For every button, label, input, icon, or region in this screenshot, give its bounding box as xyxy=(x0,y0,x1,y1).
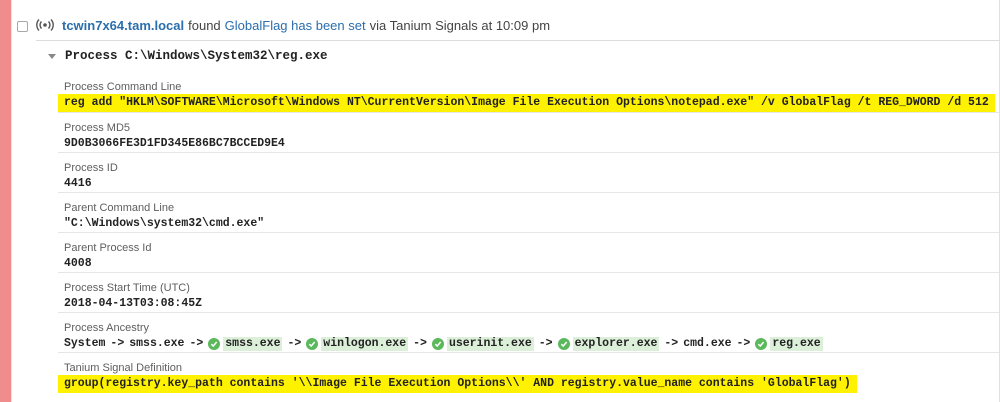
signal-name-link[interactable]: GlobalFlag has been set xyxy=(225,18,366,33)
caret-down-icon xyxy=(48,53,56,59)
field-value: 4008 xyxy=(64,257,92,270)
ancestry-process: smss.exe xyxy=(129,337,184,351)
process-toggle[interactable]: Process C:\Windows\System32\reg.exe xyxy=(48,47,328,65)
ancestry-arrow: -> xyxy=(413,337,427,350)
check-circle-icon xyxy=(208,338,221,350)
gutter-divider xyxy=(11,0,12,402)
check-circle-icon xyxy=(431,338,444,350)
check-circle-icon xyxy=(755,338,768,350)
field-label: Process Start Time (UTC) xyxy=(64,282,190,294)
field-label: Process Command Line xyxy=(64,81,182,93)
via-text: via Tanium Signals at 10:09 pm xyxy=(369,17,551,33)
ancestry-process-name: reg.exe xyxy=(770,337,823,351)
ancestry-verified-process: reg.exe xyxy=(755,337,823,351)
field-value: group(registry.key_path contains '\\Imag… xyxy=(58,375,857,393)
ancestry-arrow: -> xyxy=(538,337,553,350)
ancestry-process: cmd.exe xyxy=(683,337,731,351)
process-details: Process Command Line reg add "HKLM\SOFTW… xyxy=(58,72,999,393)
field-value: 4416 xyxy=(64,177,92,190)
found-text: found xyxy=(188,17,221,33)
field-label: Process MD5 xyxy=(64,122,131,134)
ancestry-verified-process: winlogon.exe xyxy=(306,337,409,351)
ancestry-process-name: userinit.exe xyxy=(446,337,534,351)
field-process-command-line: Process Command Line reg add "HKLM\SOFTW… xyxy=(58,72,999,112)
field-value: reg add "HKLM\SOFTWARE\Microsoft\Windows… xyxy=(58,94,995,112)
field-process-id: Process ID 4416 xyxy=(58,152,999,192)
field-label: Parent Command Line xyxy=(64,202,175,214)
field-value: "C:\Windows\system32\cmd.exe" xyxy=(64,217,265,230)
ancestry-verified-process: explorer.exe xyxy=(557,337,660,351)
ancestry-process: System xyxy=(64,337,105,351)
ancestry-process-name: explorer.exe xyxy=(572,337,660,351)
process-ancestry-chain: System -> smss.exe -> smss.exe -> winlogon.exe… xyxy=(64,337,828,351)
select-alert-checkbox[interactable] xyxy=(17,21,28,32)
ancestry-arrow: -> xyxy=(287,337,302,350)
field-label: Tanium Signal Definition xyxy=(64,362,183,374)
field-label: Process ID xyxy=(64,162,118,174)
ancestry-arrow: -> xyxy=(736,337,751,350)
ancestry-arrow: -> xyxy=(110,337,125,350)
field-process-start-time: Process Start Time (UTC) 2018-04-13T03:0… xyxy=(58,272,999,312)
header-divider xyxy=(36,40,1000,41)
field-parent-command-line: Parent Command Line "C:\Windows\system32… xyxy=(58,192,999,232)
check-circle-icon xyxy=(557,338,570,350)
field-value: 2018-04-13T03:08:45Z xyxy=(64,297,203,310)
field-parent-process-id: Parent Process Id 4008 xyxy=(58,232,999,272)
field-label: Process Ancestry xyxy=(64,322,149,334)
field-process-ancestry: Process Ancestry System -> smss.exe -> smss.… xyxy=(58,312,999,352)
ancestry-process-name: cmd.exe xyxy=(683,337,732,350)
ancestry-arrow: -> xyxy=(664,337,679,350)
ancestry-process-name: smss.exe xyxy=(223,337,283,351)
process-title: Process C:\Windows\System32\reg.exe xyxy=(65,49,328,63)
alert-header: tcwin7x64.tam.local found GlobalFlag has… xyxy=(36,13,550,37)
host-link[interactable]: tcwin7x64.tam.local xyxy=(62,18,184,33)
ancestry-process-name: winlogon.exe xyxy=(321,337,409,351)
field-process-md5: Process MD5 9D0B3066FE3D1FD345E86BC7BCCE… xyxy=(58,112,999,152)
check-circle-icon xyxy=(306,338,319,350)
ancestry-process-name: smss.exe xyxy=(129,337,185,350)
field-signal-definition: Tanium Signal Definition group(registry.… xyxy=(58,352,999,393)
alert-severity-stripe xyxy=(0,0,11,402)
broadcast-signal-icon xyxy=(36,18,54,32)
ancestry-verified-process: userinit.exe xyxy=(431,337,534,351)
ancestry-arrow: -> xyxy=(189,337,204,350)
ancestry-verified-process: smss.exe xyxy=(208,337,283,351)
field-label: Parent Process Id xyxy=(64,242,152,254)
ancestry-process-name: System xyxy=(64,337,106,350)
field-value: 9D0B3066FE3D1FD345E86BC7BCCED9E4 xyxy=(64,137,285,150)
